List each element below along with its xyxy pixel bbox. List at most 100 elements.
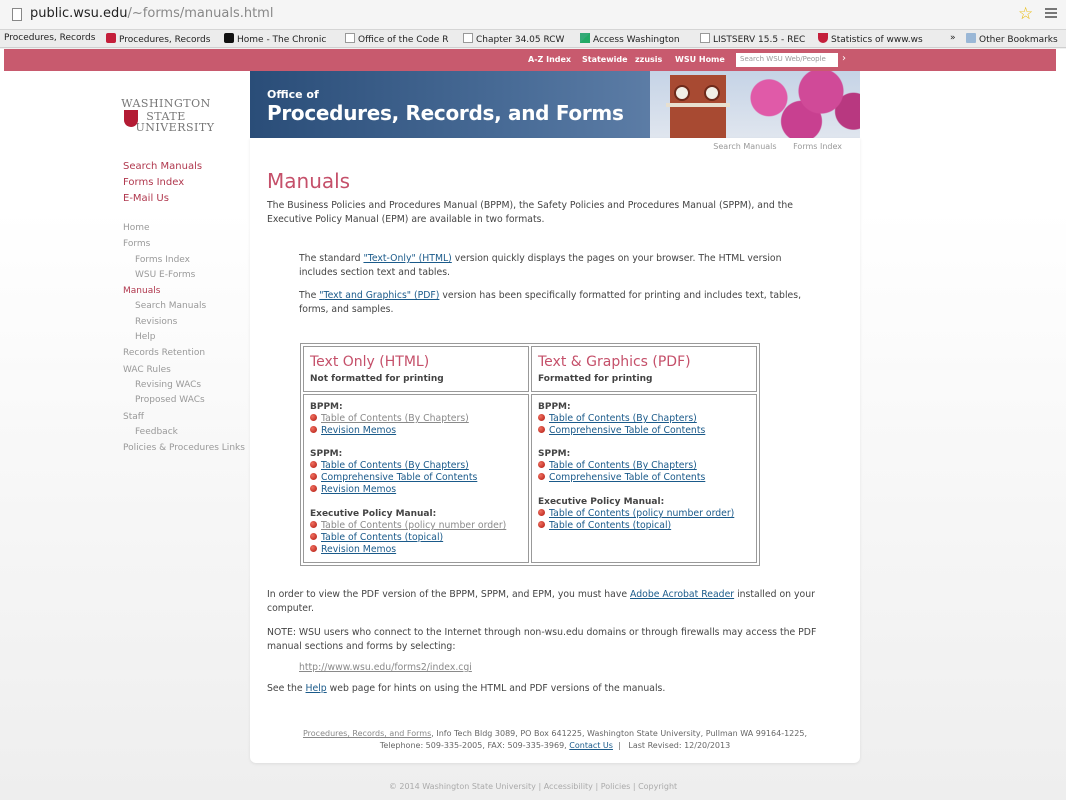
text-only-html-link[interactable]: "Text-Only" (HTML) (363, 253, 451, 264)
menu-icon[interactable] (1045, 8, 1057, 18)
bookmark-label: LISTSERV 15.5 - REC (713, 35, 806, 45)
manual-link-row: Revision Memos (310, 425, 522, 437)
pdf-header-cell: Text & Graphics (PDF) Formatted for prin… (531, 346, 757, 392)
tower-ledge (666, 103, 730, 107)
leftnav-item[interactable]: WAC Rules (123, 363, 245, 378)
manual-link[interactable]: Table of Contents (By Chapters) (321, 460, 469, 471)
address-bar[interactable]: public.wsu.edu/~forms/manuals.html ☆ (0, 0, 1066, 30)
bookmark-item[interactable]: Statistics of www.ws (818, 33, 923, 45)
manual-link[interactable]: Table of Contents (policy number order) (549, 508, 734, 519)
leftnav-item[interactable]: Forms Index (123, 253, 245, 268)
footer-address-line: Procedures, Records, and Forms, Info Tec… (250, 728, 860, 740)
manual-link[interactable]: Comprehensive Table of Contents (549, 472, 705, 483)
help-link[interactable]: Help (306, 683, 327, 694)
wsu-logo[interactable]: WASHINGTON STATE UNIVERSITY (106, 97, 226, 134)
bookmark-label: Home - The Chronic (237, 35, 327, 45)
shield-icon (818, 33, 828, 43)
bookmark-item[interactable]: Procedures, Records (4, 33, 95, 43)
manual-link[interactable]: Table of Contents (By Chapters) (549, 413, 697, 424)
manual-link[interactable]: Table of Contents (By Chapters) (321, 413, 469, 424)
bookmarks-overflow[interactable]: » (950, 33, 956, 43)
statewide-link[interactable]: Statewide (582, 55, 628, 64)
copyright-bar: © 2014 Washington State University | Acc… (0, 782, 1066, 791)
manual-link[interactable]: Comprehensive Table of Contents (321, 472, 477, 483)
leftnav-item[interactable]: Revisions (123, 315, 245, 330)
leftnav-item[interactable]: WSU E-Forms (123, 268, 245, 283)
bookmark-label: Statistics of www.ws (831, 35, 923, 45)
leftnav-item[interactable]: Policies & Procedures Links (123, 441, 245, 456)
leftnav-item[interactable]: Manuals (123, 284, 245, 299)
banner-line-1: Office of (267, 88, 319, 101)
logo-line-2: UNIVERSITY (135, 121, 215, 134)
manual-link[interactable]: Table of Contents (policy number order) (321, 520, 506, 531)
forms2-index-link[interactable]: http://www.wsu.edu/forms2/index.cgi (299, 662, 472, 673)
manual-link[interactable]: Table of Contents (topical) (321, 532, 443, 543)
wsu-search-input[interactable]: Search WSU Web/People (736, 53, 838, 67)
pdf-format-paragraph: The "Text and Graphics" (PDF) version ha… (299, 289, 819, 317)
bookmark-item[interactable]: Procedures, Records (106, 33, 210, 45)
copyright-link[interactable]: Copyright (638, 782, 677, 791)
copyright-text: © 2014 Washington State University (388, 782, 536, 791)
leftnav-primary-link[interactable]: Forms Index (123, 177, 245, 188)
leftnav-item[interactable]: Proposed WACs (123, 393, 245, 408)
manual-link[interactable]: Comprehensive Table of Contents (549, 425, 705, 436)
manual-group-label: Executive Policy Manual: (538, 497, 665, 507)
adobe-acrobat-link[interactable]: Adobe Acrobat Reader (630, 589, 734, 600)
contact-us-link[interactable]: Contact Us (569, 741, 613, 750)
bookmark-label: Procedures, Records (119, 35, 211, 45)
bookmark-item[interactable]: Home - The Chronic (224, 33, 326, 45)
bookmark-item[interactable]: Access Washington (580, 33, 680, 45)
leftnav-item[interactable]: Feedback (123, 425, 245, 440)
text-graphics-pdf-link[interactable]: "Text and Graphics" (PDF) (319, 290, 439, 301)
footer-office-link[interactable]: Procedures, Records, and Forms (303, 729, 431, 738)
red-bullet-icon (538, 426, 545, 433)
leftnav-item[interactable]: Search Manuals (123, 299, 245, 314)
policies-link[interactable]: Policies (601, 782, 631, 791)
page-icon (345, 33, 355, 43)
html-format-paragraph: The standard "Text-Only" (HTML) version … (299, 252, 819, 280)
leftnav-item[interactable]: Revising WACs (123, 378, 245, 393)
forms-index-link[interactable]: Forms Index (793, 142, 842, 151)
az-index-link[interactable]: A-Z Index (528, 55, 571, 64)
pdf-column-title: Text & Graphics (PDF) (538, 354, 691, 370)
text-fragment: The standard (299, 253, 364, 264)
manual-link[interactable]: Table of Contents (topical) (549, 520, 671, 531)
acrobat-paragraph: In order to view the PDF version of the … (267, 588, 827, 616)
bookmark-item[interactable]: Office of the Code R (345, 33, 448, 45)
search-manuals-link[interactable]: Search Manuals (713, 142, 776, 151)
manual-link[interactable]: Revision Memos (321, 544, 396, 555)
leftnav-item[interactable]: Staff (123, 410, 245, 425)
leftnav-primary-link[interactable]: E-Mail Us (123, 193, 245, 204)
leftnav-item[interactable]: Help (123, 330, 245, 345)
manual-group-label: BPPM: (310, 402, 343, 412)
leftnav-item[interactable]: Records Retention (123, 346, 245, 361)
footer-phone: Telephone: 509-335-2005, FAX: 509-335-39… (379, 741, 570, 750)
bookmark-item[interactable]: LISTSERV 15.5 - REC (700, 33, 805, 45)
folder-icon (966, 33, 976, 43)
url-path: /~forms/manuals.html (127, 6, 274, 21)
other-bookmarks[interactable]: Other Bookmarks (966, 33, 1058, 45)
page-icon (12, 8, 22, 21)
manual-link-row: Revision Memos (310, 544, 522, 556)
leftnav-primary-link[interactable]: Search Manuals (123, 161, 245, 172)
separator: | (592, 782, 601, 791)
manual-link[interactable]: Revision Memos (321, 484, 396, 495)
bookmark-item[interactable]: Chapter 34.05 RCW (463, 33, 564, 45)
intro-paragraph: The Business Policies and Procedures Man… (267, 200, 793, 225)
text-fragment: See the (267, 683, 306, 694)
red-bullet-icon (310, 485, 317, 492)
url-text[interactable]: public.wsu.edu/~forms/manuals.html (30, 6, 273, 21)
leftnav-item[interactable]: Home (123, 221, 245, 236)
wsu-home-link[interactable]: WSU Home (675, 55, 725, 64)
leftnav-item[interactable]: Forms (123, 237, 245, 252)
manual-link[interactable]: Table of Contents (By Chapters) (549, 460, 697, 471)
page-banner: Office of Procedures, Records, and Forms (250, 71, 860, 138)
search-go-icon[interactable]: › (842, 53, 846, 64)
manual-link[interactable]: Revision Memos (321, 425, 396, 436)
page-viewport: A-Z Index Statewide zzusis WSU Home Sear… (0, 49, 1066, 800)
bookmark-star-icon[interactable]: ☆ (1018, 4, 1033, 24)
group-gap (538, 437, 750, 448)
accessibility-link[interactable]: Accessibility (544, 782, 593, 791)
bookmark-label: Procedures, Records (4, 33, 96, 43)
zzusis-link[interactable]: zzusis (635, 55, 662, 64)
